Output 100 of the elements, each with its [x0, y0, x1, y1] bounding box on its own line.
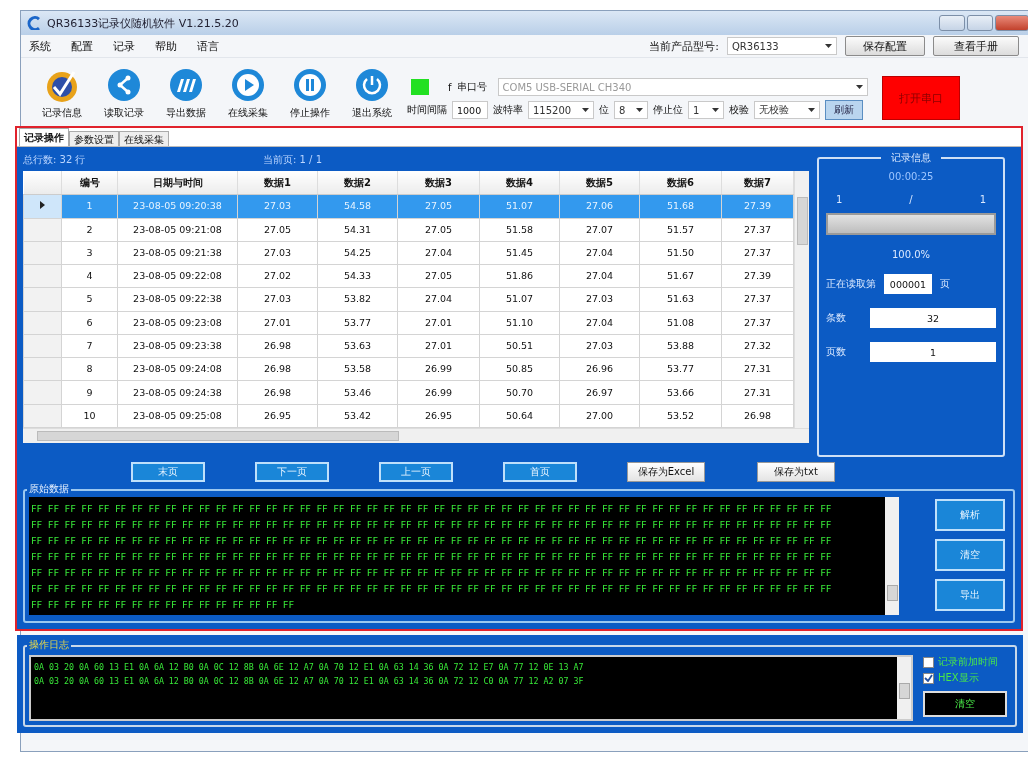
action-button[interactable]: 清空	[935, 539, 1005, 571]
scroll-thumb[interactable]	[797, 197, 808, 245]
save-button[interactable]: 保存为txt	[757, 462, 835, 482]
vertical-scrollbar[interactable]	[885, 497, 899, 615]
menu-item[interactable]: 记录	[111, 37, 137, 55]
table-cell: 23-08-05 09:23:08	[117, 311, 238, 335]
close-button[interactable]	[995, 15, 1028, 31]
bits-dropdown[interactable]: 8	[614, 101, 648, 119]
menu-item[interactable]: 配置	[69, 37, 95, 55]
scroll-thumb[interactable]	[887, 585, 898, 601]
toolbar-button[interactable]: 导出数据	[157, 67, 215, 120]
checkbox[interactable]	[923, 672, 934, 684]
toolbar-button[interactable]: 停止操作	[281, 67, 339, 120]
toolbar-button[interactable]: 记录信息	[33, 67, 91, 120]
table-row[interactable]: 7 23-08-05 09:23:38 26.98 53.63 27.01 50.51 27.03 53.88 27.32	[23, 334, 794, 358]
table-cell: 2	[61, 218, 118, 242]
menu-item[interactable]: 系统	[27, 37, 53, 55]
table-cell: 27.03	[237, 241, 318, 265]
menu-item[interactable]: 语言	[195, 37, 221, 55]
table-cell: 27.05	[237, 218, 318, 242]
table-cell: 27.03	[237, 287, 318, 312]
hex-line: FF FF FF FF FF FF FF FF FF FF FF FF FF FF FF FF FF FF FF FF FF FF FF FF FF FF FF FF FF FF FF FF FF FF FF FF FF FF FF FF FF FF FF FF FF FF FF FF	[31, 534, 833, 548]
page-button[interactable]: 首页	[503, 462, 577, 482]
toolbar-button[interactable]: 退出系统	[343, 67, 401, 120]
row-header-corner	[23, 171, 62, 195]
column-header[interactable]: 数据3	[397, 171, 480, 195]
page-button[interactable]: 末页	[131, 462, 205, 482]
scroll-thumb[interactable]	[37, 431, 399, 441]
progress-percent: 100.0%	[891, 249, 931, 260]
minimize-button[interactable]	[939, 15, 965, 31]
column-header[interactable]: 编号	[61, 171, 118, 195]
page-button[interactable]: 下一页	[255, 462, 329, 482]
checkbox-option[interactable]: HEX显示	[923, 671, 1007, 685]
column-header[interactable]: 数据1	[237, 171, 318, 195]
column-header[interactable]: 数据4	[479, 171, 560, 195]
table-cell: 8	[61, 357, 118, 381]
table-cell: 27.04	[397, 241, 480, 265]
table-cell: 26.98	[237, 334, 318, 358]
hex-line: FF FF FF FF FF FF FF FF FF FF FF FF FF FF FF FF FF FF FF FF FF FF FF FF FF FF FF FF FF FF FF FF FF FF FF FF FF FF FF FF FF FF FF FF FF FF FF FF	[31, 502, 833, 516]
pages-field[interactable]: 1	[870, 342, 996, 362]
table-cell: 27.01	[397, 334, 480, 358]
table-row[interactable]: 5 23-08-05 09:22:38 27.03 53.82 27.04 51.07 27.03 51.63 27.37	[23, 287, 794, 312]
column-header[interactable]: 数据5	[559, 171, 640, 195]
horizontal-scrollbar[interactable]	[23, 428, 809, 443]
table-row[interactable]: 2 23-08-05 09:21:08 27.05 54.31 27.05 51.58 27.07 51.57 27.37	[23, 218, 794, 242]
table-cell: 51.07	[479, 287, 560, 312]
hex-line: FF FF FF FF FF FF FF FF FF FF FF FF FF FF FF FF	[31, 598, 296, 612]
table-cell: 23-08-05 09:25:08	[117, 404, 238, 428]
dropdown-arrow-icon	[855, 85, 863, 89]
product-model-dropdown[interactable]: QR36133	[727, 37, 837, 55]
column-header[interactable]: 数据2	[317, 171, 398, 195]
interval-field[interactable]: 1000	[452, 101, 488, 119]
manual-button[interactable]: 查看手册	[933, 36, 1019, 56]
action-button[interactable]: 导出	[935, 579, 1005, 611]
baud-dropdown[interactable]: 115200	[528, 101, 594, 119]
menu-item[interactable]: 帮助	[153, 37, 179, 55]
refresh-button[interactable]: 刷新	[825, 100, 863, 120]
toolbar-button[interactable]: 在线采集	[219, 67, 277, 120]
tab[interactable]: 在线采集	[119, 131, 169, 146]
baud-label: 波特率	[493, 103, 523, 117]
column-header[interactable]: 数据7	[721, 171, 794, 195]
table-cell: 54.33	[317, 264, 398, 288]
column-header[interactable]: 日期与时间	[117, 171, 238, 195]
table-row[interactable]: 9 23-08-05 09:24:38 26.98 53.46 26.99 50.70 26.97 53.66 27.31	[23, 380, 794, 405]
stop-bits-dropdown[interactable]: 1	[688, 101, 724, 119]
vertical-scrollbar[interactable]	[897, 657, 911, 719]
table-row[interactable]: 6 23-08-05 09:23:08 27.01 53.77 27.01 51.10 27.04 51.08 27.37	[23, 311, 794, 335]
table-cell: 23-08-05 09:22:38	[117, 287, 238, 312]
table-row[interactable]: 8 23-08-05 09:24:08 26.98 53.58 26.99 50.85 26.96 53.77 27.31	[23, 357, 794, 381]
table-cell: 27.03	[559, 334, 640, 358]
table-row[interactable]: 10 23-08-05 09:25:08 26.95 53.42 26.95 50.64 27.00 53.52 26.98	[23, 404, 794, 428]
page-unit-label: 页	[940, 277, 950, 291]
bits-label: 位	[599, 103, 609, 117]
action-button[interactable]: 解析	[935, 499, 1005, 531]
scroll-thumb[interactable]	[899, 683, 910, 699]
tab[interactable]: 参数设置	[69, 131, 119, 146]
hex-line: FF FF FF FF FF FF FF FF FF FF FF FF FF FF FF FF FF FF FF FF FF FF FF FF FF FF FF FF FF FF FF FF FF FF FF FF FF FF FF FF FF FF FF FF FF FF FF FF	[31, 582, 833, 596]
column-header[interactable]: 数据6	[639, 171, 722, 195]
vertical-scrollbar[interactable]	[794, 171, 809, 428]
maximize-button[interactable]	[967, 15, 993, 31]
table-row[interactable]: 3 23-08-05 09:21:38 27.03 54.25 27.04 51.45 27.04 51.50 27.37	[23, 241, 794, 265]
panel-title: 记录信息	[881, 151, 941, 165]
tab[interactable]: 记录操作	[19, 128, 69, 146]
table-cell: 27.04	[559, 264, 640, 288]
save-config-button[interactable]: 保存配置	[845, 36, 925, 56]
save-button[interactable]: 保存为Excel	[627, 462, 705, 482]
table-cell: 26.98	[237, 380, 318, 405]
clear-button[interactable]: 清空	[923, 691, 1007, 717]
parity-dropdown[interactable]: 无校验	[754, 101, 820, 119]
checkbox[interactable]	[923, 656, 934, 668]
table-cell: 26.95	[237, 404, 318, 428]
checkbox-option[interactable]: 记录前加时间	[923, 655, 1007, 669]
table-row[interactable]: 4 23-08-05 09:22:08 27.02 54.33 27.05 51.86 27.04 51.67 27.39	[23, 264, 794, 288]
table-cell: 27.04	[559, 241, 640, 265]
page-button[interactable]: 上一页	[379, 462, 453, 482]
toolbar-button[interactable]: 读取记录	[95, 67, 153, 120]
table-cell: 5	[61, 287, 118, 312]
reading-page-field[interactable]: 000001	[884, 274, 932, 294]
count-field[interactable]: 32	[870, 308, 996, 328]
table-cell: 23-08-05 09:23:38	[117, 334, 238, 358]
